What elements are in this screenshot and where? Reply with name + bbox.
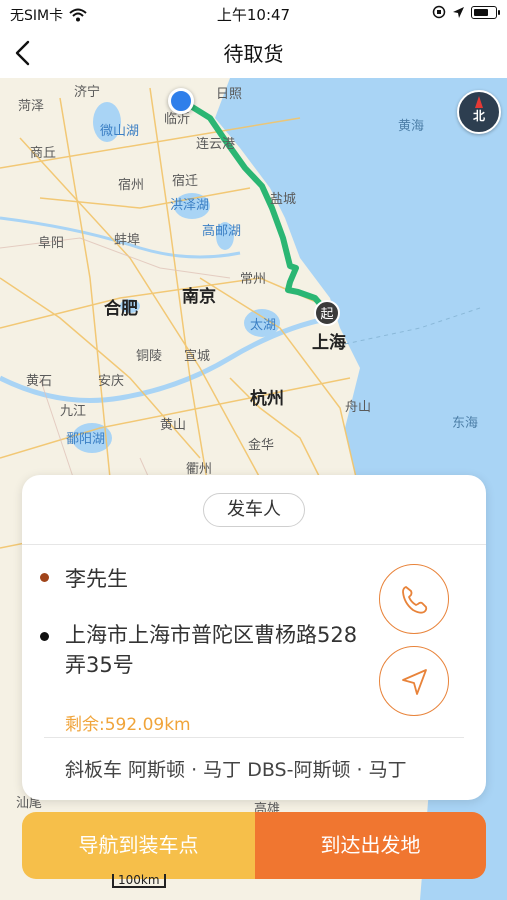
map-label-changzhou: 常州 [240, 272, 267, 287]
map-label-fuyang: 阜阳 [38, 236, 65, 251]
card-divider-lower [44, 737, 464, 738]
navigation-arrow-icon [402, 669, 427, 695]
map-label-tongling: 铜陵 [136, 349, 163, 364]
nav-bar: 待取货 [0, 28, 507, 78]
status-time: 上午10:47 [216, 6, 291, 24]
map-label-bengbu: 蚌埠 [114, 233, 141, 248]
map-label-hangzhou: 杭州 [250, 389, 284, 409]
map-label-shanghai: 上海 [312, 333, 346, 353]
page-title: 待取货 [223, 42, 284, 66]
map-label-jining: 济宁 [74, 85, 101, 100]
map-label-weishan-lake: 微山湖 [100, 124, 140, 139]
arrive-departure-button[interactable]: 到达出发地 [255, 812, 486, 879]
status-icons [432, 5, 500, 19]
map-scale: 100km [112, 874, 166, 888]
battery-icon [471, 5, 500, 19]
navigate-to-loading-button[interactable]: 导航到装车点 [22, 812, 255, 879]
map-label-yancheng: 盐城 [270, 192, 297, 207]
status-bar: 无SIM卡 上午10:47 [0, 0, 507, 28]
compass-button[interactable]: 北 [457, 90, 501, 134]
map-label-rizhao: 日照 [216, 87, 243, 102]
orientation-lock-icon [432, 5, 446, 19]
current-location-marker [168, 88, 194, 114]
pickup-address: 上海市上海市普陀区曹杨路528弄35号 [65, 623, 358, 677]
map-label-gaoyou-lake: 高邮湖 [202, 224, 242, 239]
map-label-huangshan: 黄山 [160, 418, 187, 433]
map-label-huanghai: 黄海 [398, 119, 425, 134]
compass-label: 北 [472, 109, 485, 123]
map-label-taihu: 太湖 [250, 318, 277, 333]
map-label-xuancheng: 宣城 [184, 349, 211, 364]
call-button[interactable] [379, 564, 449, 634]
card-divider [22, 544, 486, 545]
map-label-suqian: 宿迁 [172, 174, 199, 189]
phone-icon [402, 586, 428, 614]
map-label-nanjing: 南京 [182, 287, 216, 307]
map-label-hongze-lake: 洪泽湖 [170, 198, 210, 213]
vehicle-info: 斜板车 阿斯顿 · 马丁 DBS-阿斯顿 · 马丁 [65, 759, 407, 781]
map-label-heze: 菏泽 [18, 99, 45, 114]
remaining-distance: 剩余:592.09km [65, 715, 191, 735]
address-dot-icon [40, 632, 49, 641]
map-label-huangshi: 黄石 [26, 374, 53, 389]
card-tag: 发车人 [203, 493, 305, 527]
map-label-jiujiang: 九江 [60, 404, 87, 419]
map-label-zhoushan: 舟山 [345, 400, 372, 415]
contact-name: 李先生 [65, 567, 128, 591]
map-label-donghai: 东海 [452, 416, 479, 431]
map-label-suzhou-ah: 宿州 [118, 178, 145, 193]
map-label-lianyungang: 连云港 [196, 137, 236, 152]
map-label-hefei: 合肥 [104, 299, 138, 319]
map-label-shangqiu: 商丘 [30, 146, 57, 161]
map-label-anqing: 安庆 [98, 374, 125, 389]
shipper-info-card: 发车人 李先生 上海市上海市普陀区曹杨路528弄35号 剩余:592.09km … [22, 475, 486, 800]
location-arrow-icon [453, 6, 464, 18]
start-marker: 起 [314, 300, 340, 326]
contact-dot-icon [40, 573, 49, 582]
navigate-arrow-button[interactable] [379, 646, 449, 716]
map-label-poyang-lake: 鄱阳湖 [66, 432, 106, 447]
map-label-jinhua: 金华 [248, 438, 275, 453]
